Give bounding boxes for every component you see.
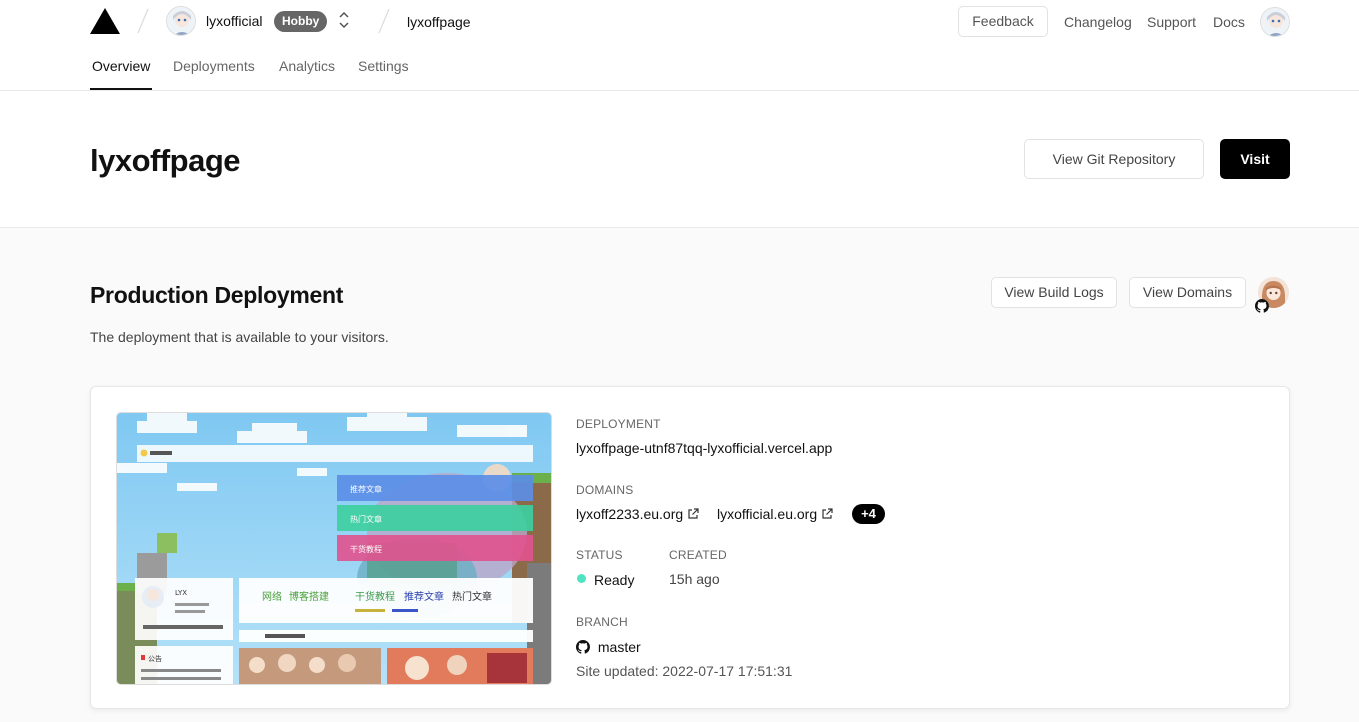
created-label: CREATED — [669, 548, 727, 562]
team-switcher-chevron-icon[interactable] — [337, 9, 351, 31]
status-ready-dot — [577, 574, 586, 583]
breadcrumb-separator-icon — [136, 6, 150, 36]
branch-link[interactable]: master — [576, 639, 641, 655]
support-link[interactable]: Support — [1147, 14, 1196, 30]
tab-overview[interactable]: Overview — [92, 58, 150, 74]
preview-author: LYX — [175, 589, 187, 597]
preview-nav-word: 干货教程 — [355, 590, 395, 603]
domain-link[interactable]: lyxoff2233.eu.org — [576, 506, 699, 522]
branch-label: BRANCH — [576, 615, 628, 629]
active-tab-indicator — [90, 88, 152, 90]
breadcrumb-separator-icon — [377, 6, 391, 36]
section-subtitle: The deployment that is available to your… — [90, 329, 389, 345]
created-value: 15h ago — [669, 571, 720, 587]
site-updated-text: Site updated: 2022-07-17 17:51:31 — [576, 663, 793, 679]
domain-link-text[interactable]: lyxoff2233.eu.org — [576, 506, 683, 522]
team-name[interactable]: lyxofficial — [206, 13, 263, 29]
tab-settings[interactable]: Settings — [358, 58, 409, 74]
preview-menu-item: 干货教程 — [350, 544, 382, 554]
page-title: lyxoffpage — [90, 143, 241, 178]
domains-label: DOMAINS — [576, 483, 634, 497]
deployment-label: DEPLOYMENT — [576, 417, 661, 431]
preview-menu-item: 推荐文章 — [350, 484, 382, 494]
more-domains-badge[interactable]: +4 — [852, 504, 885, 524]
preview-nav-word: 网络 — [262, 590, 282, 603]
domain-link[interactable]: lyxofficial.eu.org — [717, 506, 833, 522]
project-breadcrumb[interactable]: lyxoffpage — [407, 14, 471, 30]
tab-deployments[interactable]: Deployments — [173, 58, 255, 74]
domain-link-text[interactable]: lyxofficial.eu.org — [717, 506, 817, 522]
preview-nav-word: 热门文章 — [452, 590, 492, 603]
status-value: Ready — [594, 572, 635, 588]
preview-nav-word: 博客搭建 — [289, 590, 329, 603]
status-label: STATUS — [576, 548, 623, 562]
external-link-icon — [821, 507, 833, 519]
vercel-logo-icon[interactable] — [90, 8, 120, 34]
deployment-preview-screenshot[interactable]: 推荐文章 热门文章 干货教程 LYX 公告 网络 博客搭建 干货教程 推荐文章 — [116, 412, 552, 685]
project-title-band: lyxoffpage View Git Repository Visit — [0, 91, 1359, 228]
plan-badge: Hobby — [274, 11, 328, 32]
top-header: lyxofficial Hobby lyxoffpage Feedback Ch… — [0, 0, 1359, 91]
tab-analytics[interactable]: Analytics — [279, 58, 335, 74]
deployment-url-link[interactable]: lyxoffpage-utnf87tqq-lyxofficial.vercel.… — [576, 440, 832, 456]
changelog-link[interactable]: Changelog — [1064, 14, 1132, 30]
preview-notice: 公告 — [148, 654, 162, 663]
feedback-button[interactable]: Feedback — [958, 6, 1048, 37]
preview-menu-item: 热门文章 — [350, 514, 382, 524]
production-deployment-card: 推荐文章 热门文章 干货教程 LYX 公告 网络 博客搭建 干货教程 推荐文章 — [90, 386, 1290, 709]
github-icon — [1255, 299, 1269, 313]
preview-nav-word: 推荐文章 — [404, 590, 444, 603]
section-title: Production Deployment — [90, 282, 344, 308]
docs-link[interactable]: Docs — [1213, 14, 1245, 30]
branch-name[interactable]: master — [598, 639, 641, 655]
view-domains-button[interactable]: View Domains — [1129, 277, 1246, 308]
github-icon — [576, 640, 590, 654]
team-avatar[interactable] — [166, 6, 196, 36]
user-avatar[interactable] — [1260, 7, 1290, 37]
view-git-repository-button[interactable]: View Git Repository — [1024, 139, 1204, 179]
external-link-icon — [687, 507, 699, 519]
view-build-logs-button[interactable]: View Build Logs — [991, 277, 1117, 308]
visit-button[interactable]: Visit — [1220, 139, 1290, 179]
